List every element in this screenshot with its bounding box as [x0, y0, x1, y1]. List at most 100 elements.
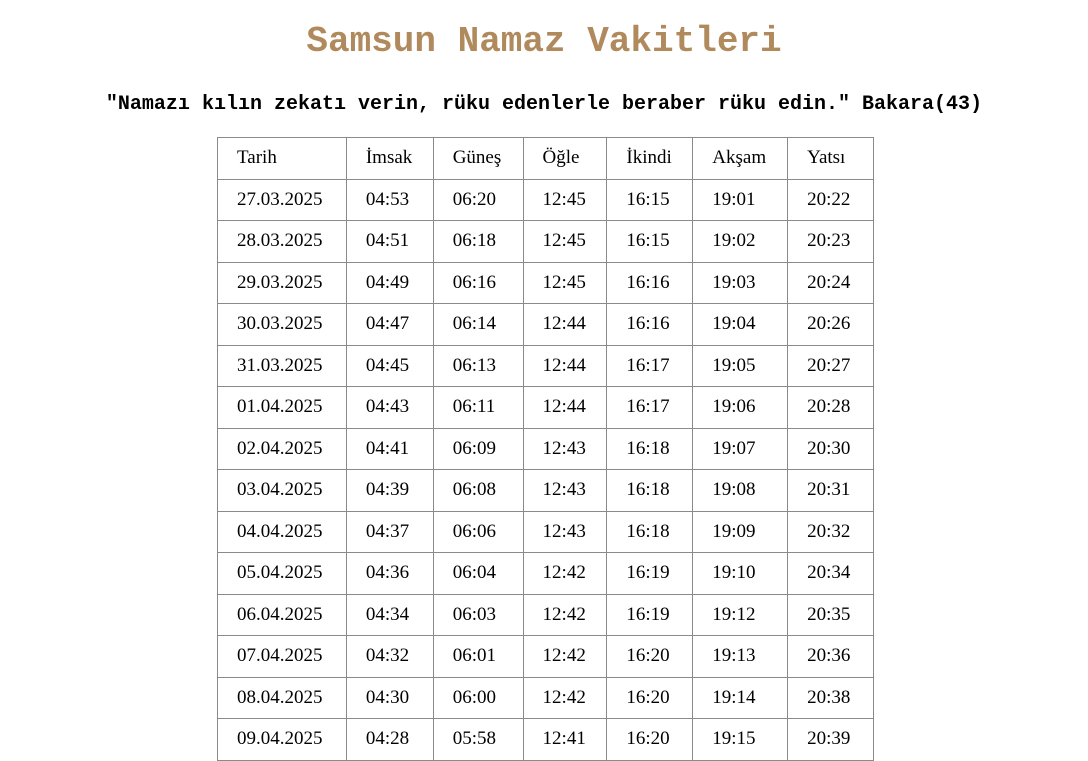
table-row: 04.04.2025 04:37 06:06 12:43 16:18 19:09 20:32 [217, 510, 874, 553]
cell-imsak: 04:47 [345, 303, 434, 346]
cell-date: 09.04.2025 [217, 718, 347, 761]
cell-date: 07.04.2025 [217, 635, 347, 678]
cell-yatsi: 20:30 [787, 427, 874, 470]
cell-ikindi: 16:19 [606, 593, 694, 636]
cell-ogle: 12:41 [522, 718, 608, 761]
cell-ikindi: 16:16 [606, 303, 694, 346]
cell-ogle: 12:42 [522, 593, 608, 636]
cell-aksam: 19:02 [692, 220, 789, 263]
header-ogle: Öğle [522, 137, 608, 180]
cell-imsak: 04:28 [345, 718, 434, 761]
cell-imsak: 04:53 [345, 178, 434, 221]
cell-imsak: 04:45 [345, 344, 434, 387]
cell-yatsi: 20:34 [787, 552, 874, 595]
cell-gunes: 06:09 [432, 427, 524, 470]
cell-ogle: 12:42 [522, 552, 608, 595]
table-row: 30.03.2025 04:47 06:14 12:44 16:16 19:04 20:26 [217, 303, 874, 346]
cell-ikindi: 16:15 [606, 178, 694, 221]
cell-aksam: 19:03 [692, 261, 789, 304]
cell-gunes: 06:20 [432, 178, 524, 221]
table-row: 05.04.2025 04:36 06:04 12:42 16:19 19:10 20:34 [217, 552, 874, 595]
cell-yatsi: 20:39 [787, 718, 874, 761]
cell-gunes: 06:16 [432, 261, 524, 304]
cell-ogle: 12:43 [522, 510, 608, 553]
table-row: 29.03.2025 04:49 06:16 12:45 16:16 19:03 20:24 [217, 261, 874, 304]
cell-aksam: 19:04 [692, 303, 789, 346]
cell-yatsi: 20:35 [787, 593, 874, 636]
cell-ogle: 12:44 [522, 344, 608, 387]
cell-aksam: 19:08 [692, 469, 789, 512]
cell-imsak: 04:34 [345, 593, 434, 636]
cell-yatsi: 20:27 [787, 344, 874, 387]
header-row: Tarih İmsak Güneş Öğle İkindi Akşam Yats… [217, 137, 874, 180]
cell-aksam: 19:05 [692, 344, 789, 387]
cell-ogle: 12:45 [522, 261, 608, 304]
cell-date: 27.03.2025 [217, 178, 347, 221]
cell-imsak: 04:51 [345, 220, 434, 263]
cell-aksam: 19:14 [692, 676, 789, 719]
cell-yatsi: 20:26 [787, 303, 874, 346]
cell-date: 05.04.2025 [217, 552, 347, 595]
header-gunes: Güneş [432, 137, 524, 180]
cell-imsak: 04:30 [345, 676, 434, 719]
cell-aksam: 19:01 [692, 178, 789, 221]
cell-ikindi: 16:16 [606, 261, 694, 304]
cell-date: 29.03.2025 [217, 261, 347, 304]
cell-ikindi: 16:18 [606, 469, 694, 512]
header-date: Tarih [217, 137, 347, 180]
cell-ikindi: 16:18 [606, 510, 694, 553]
cell-imsak: 04:41 [345, 427, 434, 470]
table-row: 27.03.2025 04:53 06:20 12:45 16:15 19:01 20:22 [217, 178, 874, 221]
cell-imsak: 04:37 [345, 510, 434, 553]
cell-ikindi: 16:17 [606, 344, 694, 387]
table-row: 28.03.2025 04:51 06:18 12:45 16:15 19:02 20:23 [217, 220, 874, 263]
cell-yatsi: 20:22 [787, 178, 874, 221]
cell-ikindi: 16:15 [606, 220, 694, 263]
cell-ikindi: 16:20 [606, 718, 694, 761]
table-header: Tarih İmsak Güneş Öğle İkindi Akşam Yats… [217, 137, 874, 180]
cell-ogle: 12:42 [522, 676, 608, 719]
cell-aksam: 19:13 [692, 635, 789, 678]
cell-yatsi: 20:23 [787, 220, 874, 263]
cell-yatsi: 20:38 [787, 676, 874, 719]
cell-date: 30.03.2025 [217, 303, 347, 346]
cell-date: 03.04.2025 [217, 469, 347, 512]
cell-ikindi: 16:20 [606, 635, 694, 678]
cell-gunes: 06:04 [432, 552, 524, 595]
cell-imsak: 04:32 [345, 635, 434, 678]
prayer-times-table: Tarih İmsak Güneş Öğle İkindi Akşam Yats… [217, 137, 874, 761]
table-row: 06.04.2025 04:34 06:03 12:42 16:19 19:12 20:35 [217, 593, 874, 636]
cell-date: 31.03.2025 [217, 344, 347, 387]
cell-yatsi: 20:36 [787, 635, 874, 678]
cell-gunes: 06:06 [432, 510, 524, 553]
cell-ogle: 12:45 [522, 178, 608, 221]
table-row: 01.04.2025 04:43 06:11 12:44 16:17 19:06 20:28 [217, 386, 874, 429]
cell-date: 08.04.2025 [217, 676, 347, 719]
cell-imsak: 04:36 [345, 552, 434, 595]
cell-gunes: 06:08 [432, 469, 524, 512]
cell-gunes: 06:14 [432, 303, 524, 346]
cell-gunes: 06:13 [432, 344, 524, 387]
cell-ogle: 12:43 [522, 427, 608, 470]
header-yatsi: Yatsı [787, 137, 874, 180]
cell-gunes: 06:03 [432, 593, 524, 636]
header-imsak: İmsak [345, 137, 434, 180]
table-row: 07.04.2025 04:32 06:01 12:42 16:20 19:13 20:36 [217, 635, 874, 678]
cell-date: 04.04.2025 [217, 510, 347, 553]
header-ikindi: İkindi [606, 137, 694, 180]
cell-ogle: 12:43 [522, 469, 608, 512]
cell-ikindi: 16:20 [606, 676, 694, 719]
header-aksam: Akşam [692, 137, 789, 180]
table-row: 09.04.2025 04:28 05:58 12:41 16:20 19:15 20:39 [217, 718, 874, 761]
cell-yatsi: 20:24 [787, 261, 874, 304]
cell-gunes: 05:58 [432, 718, 524, 761]
cell-ogle: 12:42 [522, 635, 608, 678]
cell-imsak: 04:43 [345, 386, 434, 429]
verse-quote: "Namazı kılın zekatı verin, rüku edenler… [105, 93, 983, 116]
cell-aksam: 19:10 [692, 552, 789, 595]
table-body: 27.03.2025 04:53 06:20 12:45 16:15 19:01 20:22… [217, 178, 874, 761]
cell-gunes: 06:18 [432, 220, 524, 263]
cell-yatsi: 20:28 [787, 386, 874, 429]
page-title: Samsun Namaz Vakitleri [306, 21, 782, 62]
cell-ikindi: 16:17 [606, 386, 694, 429]
